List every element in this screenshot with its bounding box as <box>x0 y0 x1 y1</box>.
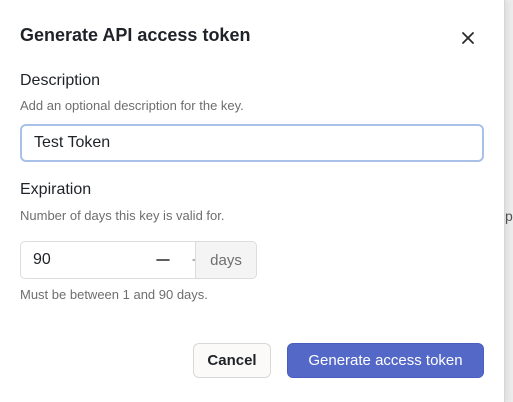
close-button[interactable] <box>457 27 479 49</box>
description-label: Description <box>20 72 101 89</box>
cancel-button[interactable]: Cancel <box>193 343 271 378</box>
expiration-range-hint: Must be between 1 and 90 days. <box>20 287 208 302</box>
description-input[interactable] <box>20 124 484 162</box>
decrement-button[interactable] <box>145 242 181 278</box>
description-helper: Add an optional description for the key. <box>20 98 244 113</box>
days-unit-label: days <box>195 242 256 278</box>
expiration-stepper: days <box>20 241 257 279</box>
generate-token-button[interactable]: Generate access token <box>287 343 484 378</box>
expiration-days-input[interactable] <box>21 251 145 269</box>
expiration-helper: Number of days this key is valid for. <box>20 208 225 223</box>
background-text-fragment: p <box>505 208 513 224</box>
expiration-label: Expiration <box>20 181 92 198</box>
dialog-title: Generate API access token <box>20 25 251 45</box>
generate-token-dialog: Generate API access token Description Ad… <box>0 0 505 402</box>
minus-icon <box>156 259 170 261</box>
close-icon <box>462 32 474 44</box>
